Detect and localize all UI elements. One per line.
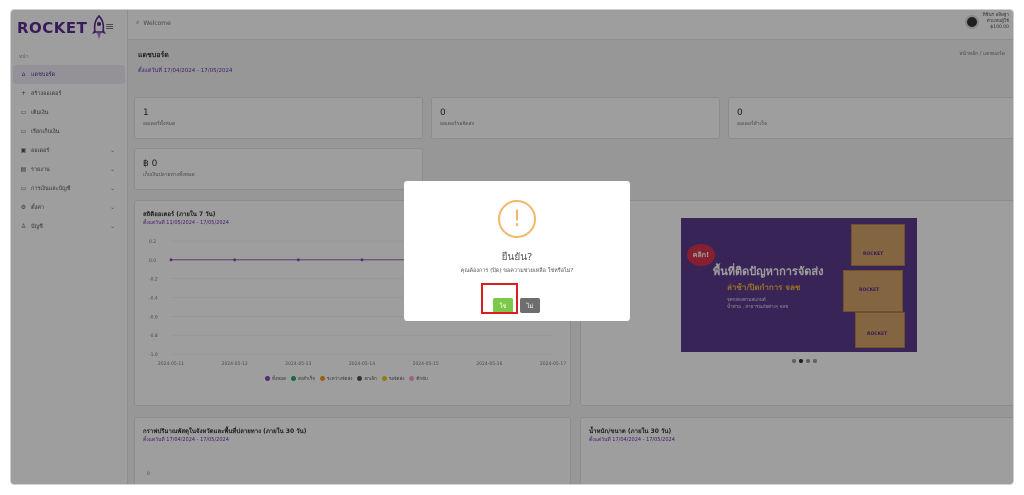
highlight-box — [481, 283, 518, 314]
app-window: ROCKET ≡ หน้า ⌂ แดชบอร์ด + สร้างออเดอร์ ▭ เติ… — [10, 9, 1014, 485]
warning-icon: ! — [498, 200, 536, 238]
confirm-no-button[interactable]: ไม่ — [520, 298, 540, 313]
dialog-message: คุณต้องการ (ปิด) ขอความช่วยเหลือ ใช่หรือ… — [460, 268, 574, 274]
dialog-title: ยืนยัน? — [501, 252, 533, 263]
